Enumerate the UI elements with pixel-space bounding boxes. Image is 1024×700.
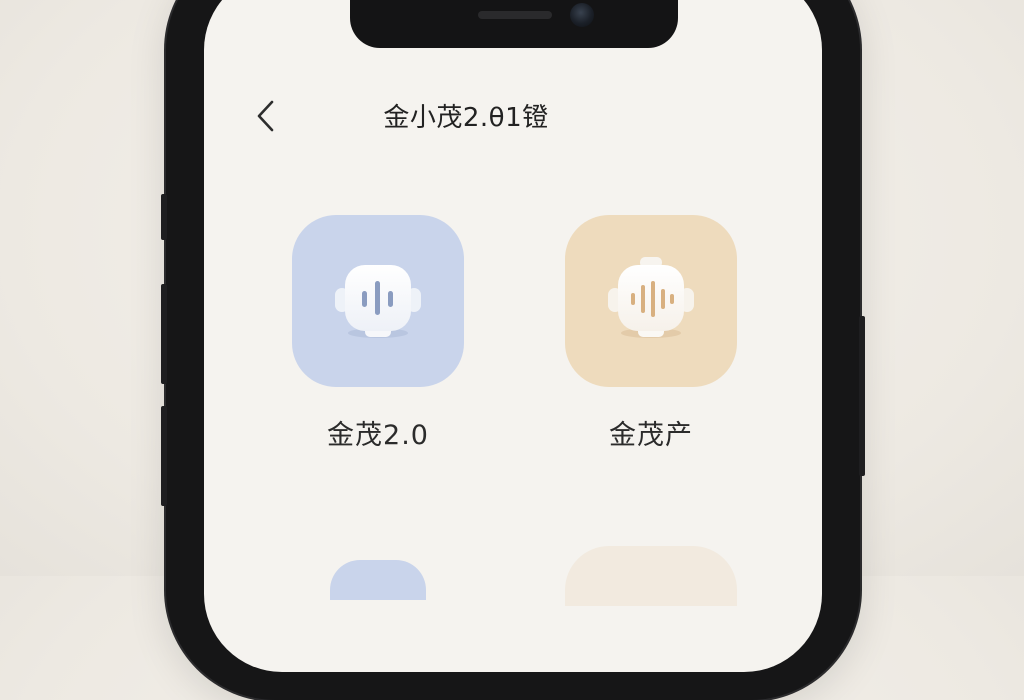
app-icon-background <box>292 215 464 387</box>
silent-switch <box>161 194 167 240</box>
volume-down-button <box>161 406 167 506</box>
chevron-left-icon <box>257 100 274 132</box>
back-button[interactable] <box>246 96 286 136</box>
app-icon-background <box>565 215 737 387</box>
notch <box>350 0 678 48</box>
power-button <box>859 316 865 476</box>
app-tile-jinmao-chan[interactable]: 金茂产 <box>565 215 739 451</box>
earpiece-speaker <box>478 11 552 19</box>
robot-assistant-icon <box>608 257 694 338</box>
app-tile-partial[interactable] <box>330 560 426 600</box>
app-tile-partial[interactable] <box>565 546 737 606</box>
robot-assistant-icon <box>335 265 421 338</box>
app-tile-jinmao-2[interactable]: 金茂2.0 <box>292 215 466 451</box>
volume-up-button <box>161 284 167 384</box>
app-label: 金茂2.0 <box>327 420 429 451</box>
front-camera <box>570 3 594 27</box>
app-label: 金茂产 <box>609 420 693 451</box>
page-title: 金小茂2.θ1镫 <box>383 103 549 133</box>
